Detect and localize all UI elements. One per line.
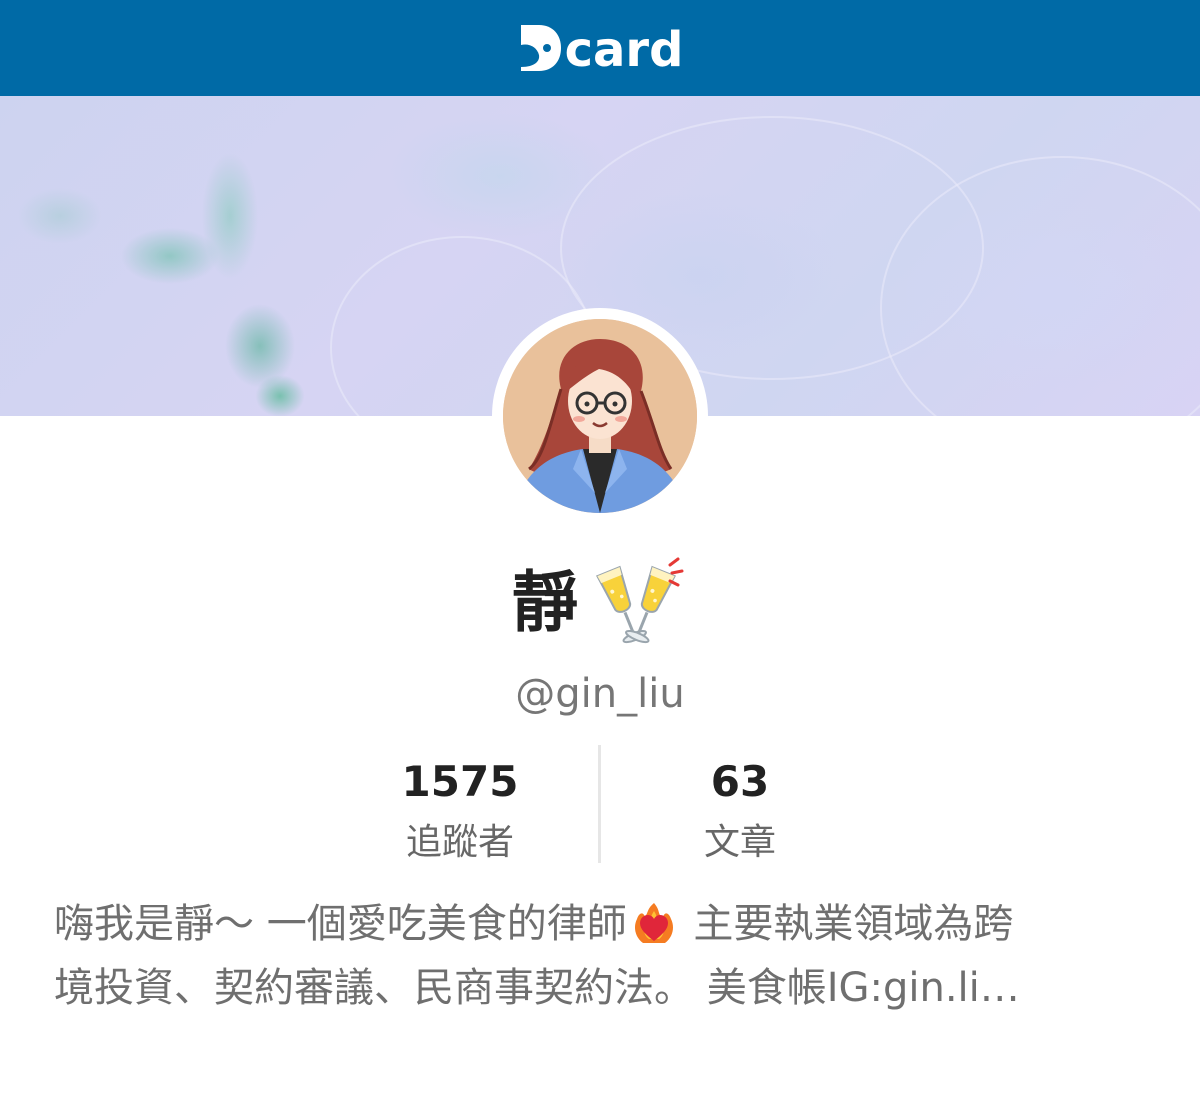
profile-bio[interactable]: 嗨我是靜～ 一個愛吃美食的律師 主要執業領域為跨 境投資、契約審議、民商事契約法… (54, 892, 1146, 1020)
posts-label: 文章 (703, 822, 776, 863)
avatar[interactable] (503, 319, 697, 513)
dcard-logo-text: card (564, 22, 684, 78)
bio-text-part-1: 嗨我是靜～ 一個愛吃美食的律師 (54, 901, 627, 947)
stats-divider (598, 745, 601, 863)
dcard-logo[interactable]: card (517, 21, 684, 78)
followers-count: 1575 (401, 757, 519, 806)
profile-name-row: 靜 (0, 548, 1200, 658)
posts-stat[interactable]: 63 文章 (600, 745, 880, 861)
dcard-logo-icon (520, 25, 561, 71)
clinking-glasses-icon (595, 557, 684, 644)
profile-name: 靜 (512, 564, 578, 641)
top-navigation-bar: card (0, 0, 1200, 96)
bio-text-part-2: 主要執業領域為跨 (680, 901, 1014, 947)
followers-label: 追蹤者 (405, 822, 514, 863)
profile-handle: @gin_liu (515, 671, 685, 717)
heart-on-fire-icon (634, 903, 673, 943)
posts-count: 63 (710, 757, 770, 806)
bio-line-2: 境投資、契約審議、民商事契約法。 美食帳IG:gin.li… (54, 965, 1020, 1011)
bio-line-1: 嗨我是靜～ 一個愛吃美食的律師 主要執業領域為跨 (54, 892, 1146, 956)
followers-stat[interactable]: 1575 追蹤者 (320, 745, 600, 861)
avatar-woman-glasses-icon (503, 319, 697, 513)
